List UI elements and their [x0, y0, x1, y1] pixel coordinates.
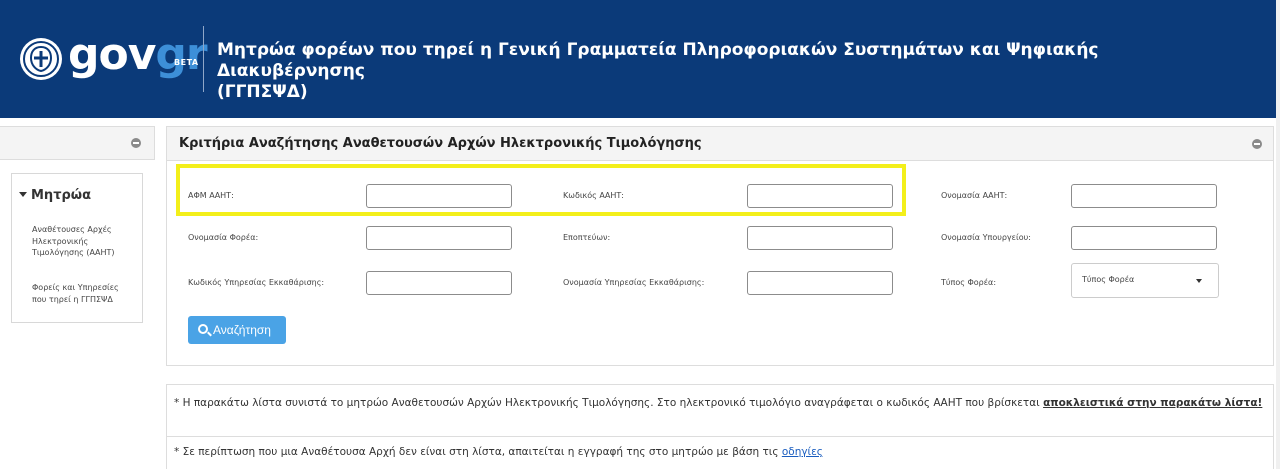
search-panel-header: Κριτήρια Αναζήτησης Αναθετουσών Αρχών Ηλ… — [166, 126, 1274, 161]
clearing-code-input[interactable] — [366, 271, 512, 295]
note-registration: * Σε περίπτωση που μια Αναθέτουσα Αρχή δ… — [174, 446, 823, 458]
ministry-label: Ονομασία Υπουργείου: — [941, 233, 1031, 242]
note-list-info: * Η παρακάτω λίστα συνιστά το μητρώο Ανα… — [174, 397, 1263, 409]
notes-divider — [167, 436, 1273, 437]
name-input[interactable] — [1071, 184, 1217, 208]
sidebar-section-title[interactable]: Μητρώα — [19, 188, 91, 203]
caret-down-icon — [19, 192, 27, 197]
page-scrollbar[interactable] — [1276, 0, 1280, 469]
search-icon — [198, 324, 208, 334]
instructions-link[interactable]: οδηγίες — [782, 446, 823, 458]
clearing-code-label: Κωδικός Υπηρεσίας Εκκαθάρισης: — [188, 278, 325, 287]
sidebar-item-entities[interactable]: Φορείς και Υπηρεσίες που τηρεί η ΓΓΠΣΨΔ — [32, 282, 132, 305]
panel-title: Κριτήρια Αναζήτησης Αναθετουσών Αρχών Ηλ… — [179, 136, 702, 151]
sidebar-header — [0, 126, 155, 160]
entity-name-input[interactable] — [366, 226, 512, 250]
minus-circle-icon[interactable] — [131, 138, 141, 148]
clearing-name-label: Ονομασία Υπηρεσίας Εκκαθάρισης: — [563, 278, 705, 287]
entity-type-select[interactable]: Τύπος Φορέα — [1071, 263, 1219, 298]
beta-label: BETA — [174, 58, 199, 67]
sidebar-menu: Μητρώα Αναθέτουσες Αρχές Ηλεκτρονικής Τι… — [11, 173, 143, 323]
site-title-line1: Μητρώα φορέων που τηρεί η Γενική Γραμματ… — [217, 40, 1099, 81]
sidebar-item-aaht[interactable]: Αναθέτουσες Αρχές Ηλεκτρονικής Τιμολόγησ… — [32, 224, 132, 259]
header-divider — [203, 26, 204, 92]
site-title: Μητρώα φορέων που τηρεί η Γενική Γραμματ… — [217, 40, 1217, 103]
name-label: Ονομασία ΑΑΗΤ: — [941, 191, 1008, 200]
clearing-name-input[interactable] — [747, 271, 893, 295]
highlight-box — [176, 164, 906, 216]
minus-circle-icon[interactable] — [1252, 139, 1262, 149]
supervisor-label: Εποπτεύων: — [563, 233, 611, 242]
greek-emblem-icon — [20, 38, 62, 80]
site-header: govgr BETA Μητρώα φορέων που τηρεί η Γεν… — [0, 0, 1280, 118]
supervisor-input[interactable] — [747, 226, 893, 250]
govgr-logo[interactable]: govgr — [68, 30, 208, 80]
entity-name-label: Ονομασία Φορέα: — [188, 233, 259, 242]
search-button[interactable]: Αναζήτηση — [188, 316, 286, 344]
site-title-line2: (ΓΓΠΣΨΔ) — [217, 82, 308, 102]
dropdown-caret-icon — [1196, 279, 1202, 283]
ministry-input[interactable] — [1071, 226, 1217, 250]
entity-type-label: Τύπος Φορέα: — [941, 278, 997, 287]
note-emphasis: αποκλειστικά στην παρακάτω λίστα! — [1043, 397, 1263, 409]
notes-panel: * Η παρακάτω λίστα συνιστά το μητρώο Ανα… — [166, 384, 1274, 469]
entity-type-selected: Τύπος Φορέα — [1082, 275, 1135, 284]
